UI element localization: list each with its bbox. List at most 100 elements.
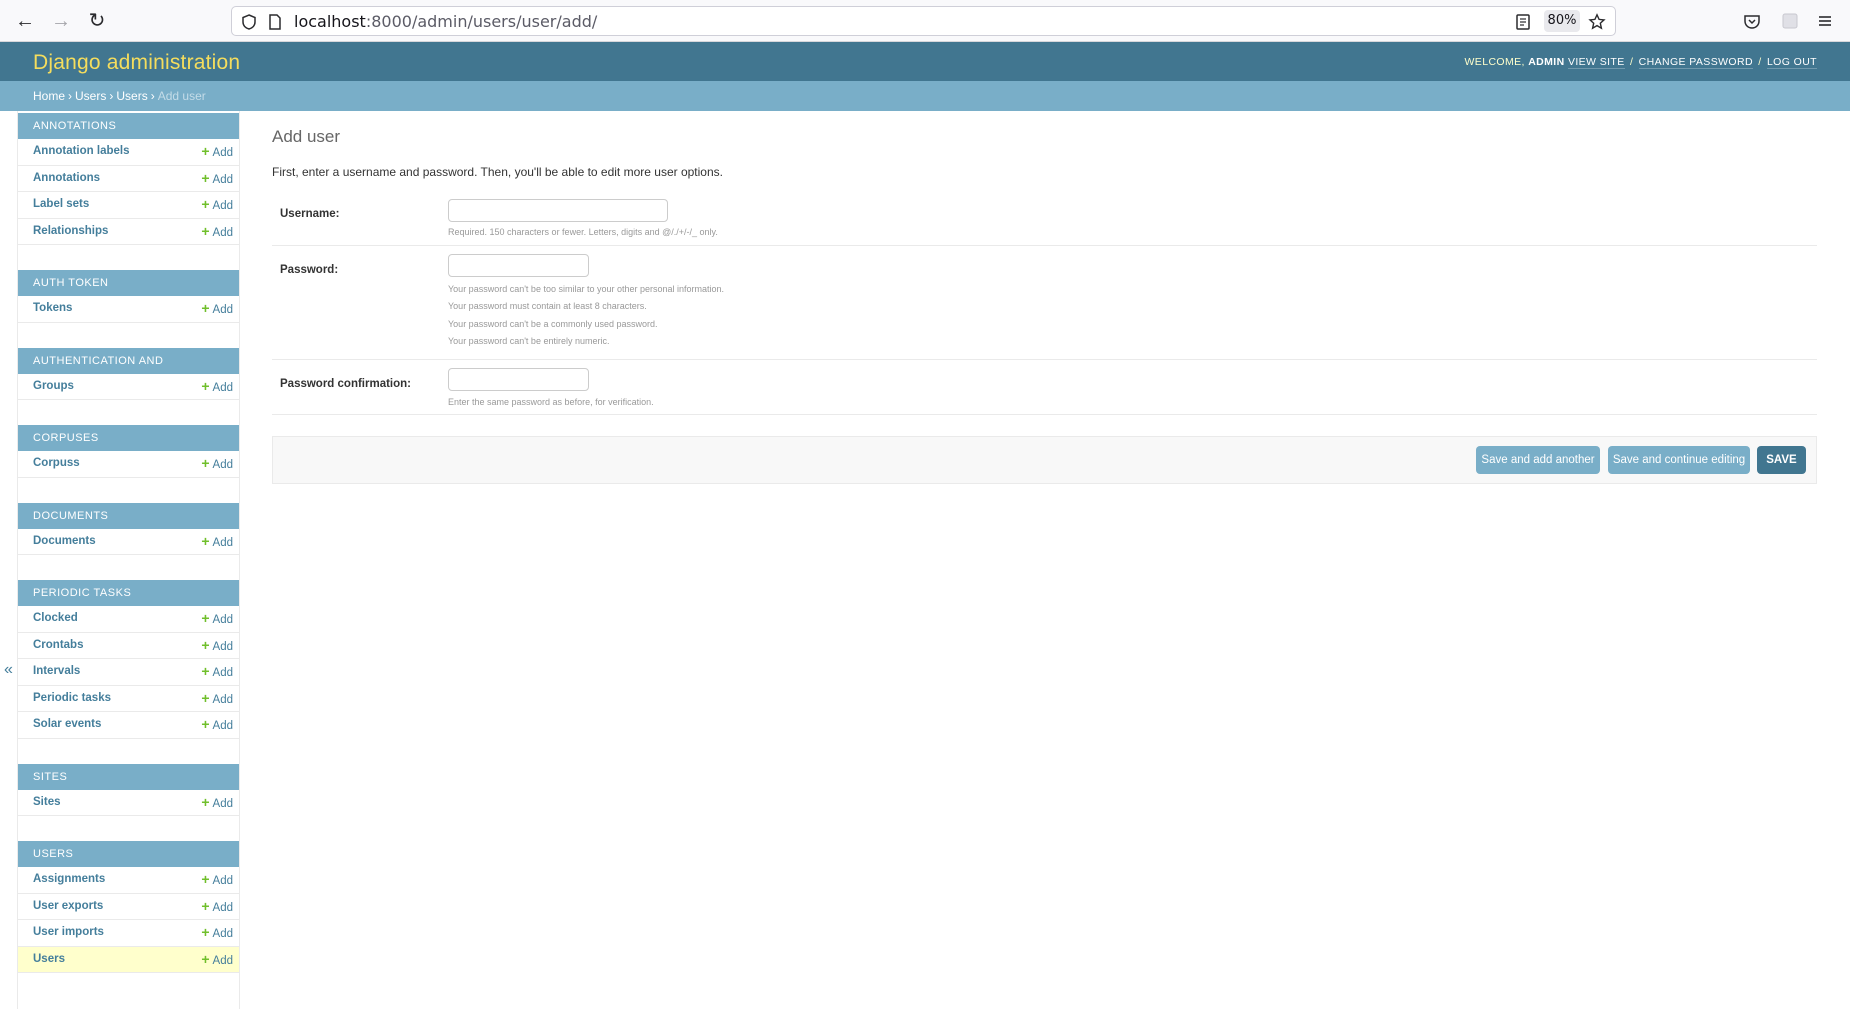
sidebar-item-link[interactable]: Users <box>33 947 65 972</box>
back-icon[interactable]: ← <box>12 9 38 33</box>
sidebar-item: User imports + Add <box>18 920 239 947</box>
sidebar-item: Sites + Add <box>18 790 239 817</box>
add-link-label: Add <box>212 304 233 316</box>
add-link[interactable]: + Add <box>201 686 233 713</box>
change-password-link[interactable]: CHANGE PASSWORD <box>1638 56 1753 69</box>
add-link[interactable]: + Add <box>201 659 233 686</box>
add-link[interactable]: + Add <box>201 451 233 478</box>
sidebar-item-link[interactable]: Documents <box>33 529 96 554</box>
site-branding[interactable]: Django administration <box>33 51 240 75</box>
shield-icon[interactable] <box>240 13 258 31</box>
add-link[interactable]: + Add <box>201 192 233 219</box>
password-help-item: Your password can't be entirely numeric. <box>448 336 610 346</box>
username-help: Required. 150 characters or fewer. Lette… <box>448 227 718 237</box>
sidebar-item-link[interactable]: Label sets <box>33 192 89 217</box>
breadcrumb-home[interactable]: Home <box>33 89 65 103</box>
plus-icon: + <box>201 689 210 706</box>
sidebar-item-link[interactable]: Annotation labels <box>33 139 129 164</box>
module-caption[interactable]: PERIODIC TASKS <box>18 580 239 606</box>
app-module: ANNOTATIONS Annotation labels + Add Annotati… <box>18 113 239 245</box>
sidebar-toggle-strip[interactable]: « <box>0 111 18 1009</box>
module-caption[interactable]: AUTHENTICATION AND AUTHORIZATION <box>18 347 239 393</box>
add-link-label: Add <box>212 720 233 732</box>
password-confirmation-input[interactable] <box>448 368 589 391</box>
save-and-continue-button[interactable]: Save and continue editing <box>1608 446 1750 474</box>
reload-icon[interactable]: ↻ <box>84 9 110 33</box>
module-caption[interactable]: CORPUSES <box>18 425 239 451</box>
breadcrumb-separator: › <box>68 89 73 103</box>
add-link[interactable]: + Add <box>201 920 233 947</box>
sidebar-item-link[interactable]: Tokens <box>33 296 72 321</box>
add-link-label: Add <box>212 875 233 887</box>
collapse-sidebar-icon[interactable]: « <box>4 661 13 679</box>
forward-icon[interactable]: → <box>48 9 74 33</box>
separator: / <box>1758 56 1762 68</box>
add-link[interactable]: + Add <box>201 374 233 401</box>
sidebar-item-link[interactable]: Crontabs <box>33 633 83 658</box>
sidebar-item-link[interactable]: Corpuss <box>33 451 80 476</box>
add-link[interactable]: + Add <box>201 219 233 246</box>
module-caption[interactable]: AUTH TOKEN <box>18 270 239 296</box>
sidebar-item: Assignments + Add <box>18 867 239 894</box>
save-button[interactable]: SAVE <box>1757 446 1806 474</box>
extension-icon[interactable] <box>1781 12 1799 30</box>
add-link[interactable]: + Add <box>201 894 233 921</box>
sidebar-item-link[interactable]: User exports <box>33 894 103 919</box>
add-link[interactable]: + Add <box>201 712 233 739</box>
sidebar-item: Annotations + Add <box>18 166 239 193</box>
sidebar-item-link[interactable]: Sites <box>33 790 61 815</box>
add-link[interactable]: + Add <box>201 947 233 974</box>
plus-icon: + <box>201 143 210 159</box>
zoom-level[interactable]: 80% <box>1544 10 1580 32</box>
welcome-text: WELCOME, <box>1464 56 1525 68</box>
add-link-label: Add <box>212 147 233 159</box>
add-link[interactable]: + Add <box>201 606 233 633</box>
module-caption[interactable]: USERS <box>18 841 239 867</box>
page-icon[interactable] <box>266 13 284 31</box>
module-caption[interactable]: DOCUMENTS <box>18 502 239 529</box>
log-out-link[interactable]: LOG OUT <box>1766 56 1817 69</box>
username-input[interactable] <box>448 199 668 222</box>
sidebar-item: Documents + Add <box>18 529 239 556</box>
bookmark-star-icon[interactable] <box>1588 13 1606 31</box>
plus-icon: + <box>201 377 210 394</box>
plus-icon: + <box>201 924 210 940</box>
sidebar-item: Relationships + Add <box>18 219 239 246</box>
username-label: Username: <box>280 208 340 220</box>
sidebar-item-link[interactable]: Assignments <box>33 867 105 892</box>
sidebar-item-link[interactable]: Periodic tasks <box>33 686 111 711</box>
sidebar-item: Annotation labels + Add <box>18 139 239 166</box>
breadcrumb-model[interactable]: Users <box>116 89 147 103</box>
add-link[interactable]: + Add <box>201 296 233 323</box>
address-bar[interactable]: localhost:8000/admin/users/user/add/ 80% <box>231 6 1616 36</box>
sidebar-item-link[interactable]: Relationships <box>33 219 108 244</box>
breadcrumb-app[interactable]: Users <box>75 89 106 103</box>
password-input[interactable] <box>448 254 589 277</box>
view-site-link[interactable]: VIEW SITE <box>1567 56 1625 69</box>
menu-icon[interactable] <box>1816 12 1834 30</box>
add-link[interactable]: + Add <box>201 529 233 556</box>
sidebar-item-link[interactable]: Annotations <box>33 166 100 191</box>
module-caption[interactable]: SITES <box>18 763 239 790</box>
reader-view-icon[interactable] <box>1514 13 1532 31</box>
breadcrumb-separator: › <box>150 89 155 103</box>
save-and-add-another-button[interactable]: Save and add another <box>1476 446 1600 474</box>
sidebar-item-link[interactable]: Clocked <box>33 606 78 631</box>
sidebar-item-link[interactable]: User imports <box>33 920 104 945</box>
add-link[interactable]: + Add <box>201 867 233 894</box>
add-link[interactable]: + Add <box>201 633 233 660</box>
module-caption[interactable]: ANNOTATIONS <box>18 113 239 139</box>
sidebar-item: Corpuss + Add <box>18 451 239 478</box>
sidebar-item-link[interactable]: Intervals <box>33 659 80 684</box>
add-link[interactable]: + Add <box>201 139 233 166</box>
url-text[interactable]: localhost:8000/admin/users/user/add/ <box>294 12 597 31</box>
pocket-icon[interactable] <box>1743 12 1761 30</box>
add-link[interactable]: + Add <box>201 790 233 817</box>
add-link-label: Add <box>212 640 233 653</box>
password-help-item: Your password can't be a commonly used p… <box>448 319 658 329</box>
add-link[interactable]: + Add <box>201 166 233 193</box>
plus-icon: + <box>201 300 210 316</box>
sidebar-item-link[interactable]: Solar events <box>33 712 101 737</box>
sidebar-item-link[interactable]: Groups <box>33 374 74 399</box>
plus-icon: + <box>201 532 210 549</box>
